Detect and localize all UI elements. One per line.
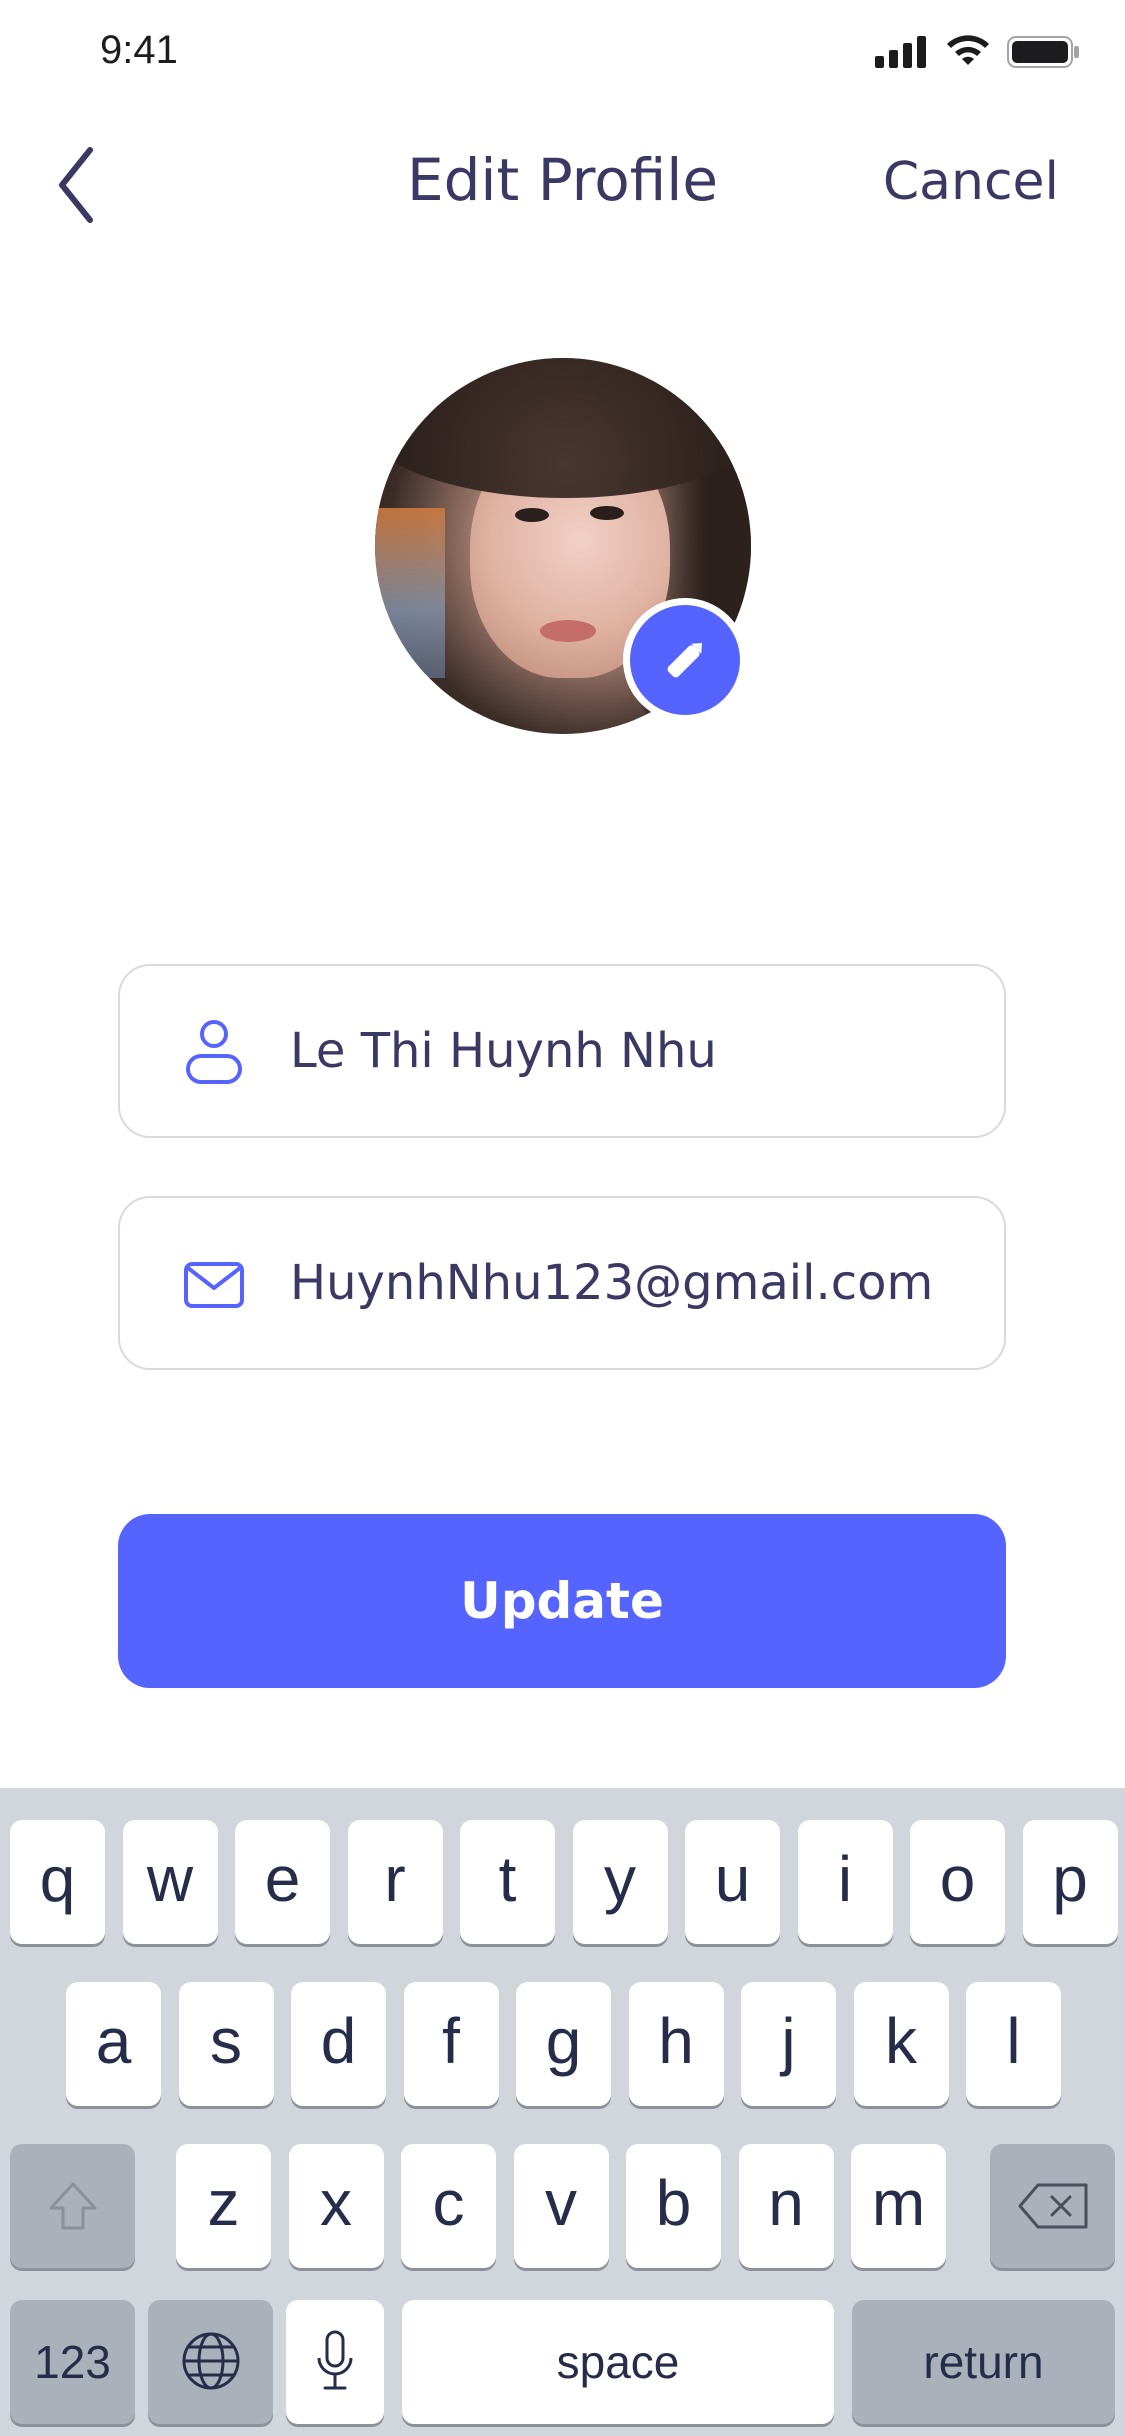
status-bar: 9:41 [0, 0, 1125, 100]
key-n[interactable]: n [738, 2144, 834, 2268]
key-u[interactable]: u [685, 1820, 780, 1944]
key-i[interactable]: i [797, 1820, 893, 1944]
key-x[interactable]: x [288, 2144, 384, 2268]
key-s[interactable]: s [178, 1982, 274, 2106]
battery-icon [1007, 36, 1079, 68]
key-z[interactable]: z [176, 2144, 271, 2268]
key-e[interactable]: e [235, 1820, 330, 1944]
key-l[interactable]: l [966, 1982, 1061, 2106]
key-h[interactable]: h [628, 1982, 724, 2106]
globe-key[interactable] [148, 2300, 273, 2424]
shift-icon [49, 2182, 96, 2230]
numbers-key[interactable]: 123 [10, 2300, 135, 2424]
cellular-signal-icon [875, 36, 926, 68]
key-y[interactable]: y [572, 1820, 668, 1944]
keyboard: qwertyuiop asdfghjkl zxcvbnm 123 space ret… [0, 1788, 1125, 2436]
email-value: HuynhNhu123@gmail.com [290, 1255, 934, 1311]
key-k[interactable]: k [853, 1982, 949, 2106]
wifi-icon [947, 35, 989, 65]
user-icon [186, 1020, 242, 1084]
cancel-button[interactable]: Cancel [883, 152, 1059, 212]
globe-icon [182, 2332, 239, 2390]
key-p[interactable]: p [1022, 1820, 1118, 1944]
name-field[interactable]: Le Thi Huynh Nhu [118, 964, 1006, 1138]
key-m[interactable]: m [851, 2144, 946, 2268]
key-f[interactable]: f [403, 1982, 499, 2106]
key-b[interactable]: b [626, 2144, 721, 2268]
key-j[interactable]: j [741, 1982, 836, 2106]
profile-avatar-section [375, 358, 751, 734]
key-q[interactable]: q [10, 1820, 105, 1944]
key-c[interactable]: c [401, 2144, 496, 2268]
edit-avatar-button[interactable] [623, 598, 747, 722]
key-g[interactable]: g [516, 1982, 611, 2106]
key-v[interactable]: v [513, 2144, 609, 2268]
pencil-icon [667, 643, 702, 678]
key-t[interactable]: t [460, 1820, 555, 1944]
key-a[interactable]: a [66, 1982, 161, 2106]
shift-key[interactable] [10, 2144, 135, 2268]
update-button[interactable]: Update [118, 1514, 1006, 1688]
name-value: Le Thi Huynh Nhu [290, 1023, 717, 1079]
mail-icon [184, 1262, 244, 1308]
key-o[interactable]: o [910, 1820, 1005, 1944]
status-time: 9:41 [100, 28, 178, 72]
return-key[interactable]: return [852, 2300, 1115, 2424]
backspace-icon [1018, 2183, 1087, 2229]
delete-key[interactable] [990, 2144, 1115, 2268]
microphone-key[interactable] [286, 2300, 384, 2424]
key-d[interactable]: d [291, 1982, 386, 2106]
header: Edit Profile Cancel [0, 120, 1125, 240]
microphone-icon [317, 2330, 353, 2390]
key-w[interactable]: w [122, 1820, 218, 1944]
status-icons [875, 32, 1081, 72]
email-field[interactable]: HuynhNhu123@gmail.com [118, 1196, 1006, 1370]
key-r[interactable]: r [347, 1820, 443, 1944]
space-key[interactable]: space [402, 2300, 834, 2424]
